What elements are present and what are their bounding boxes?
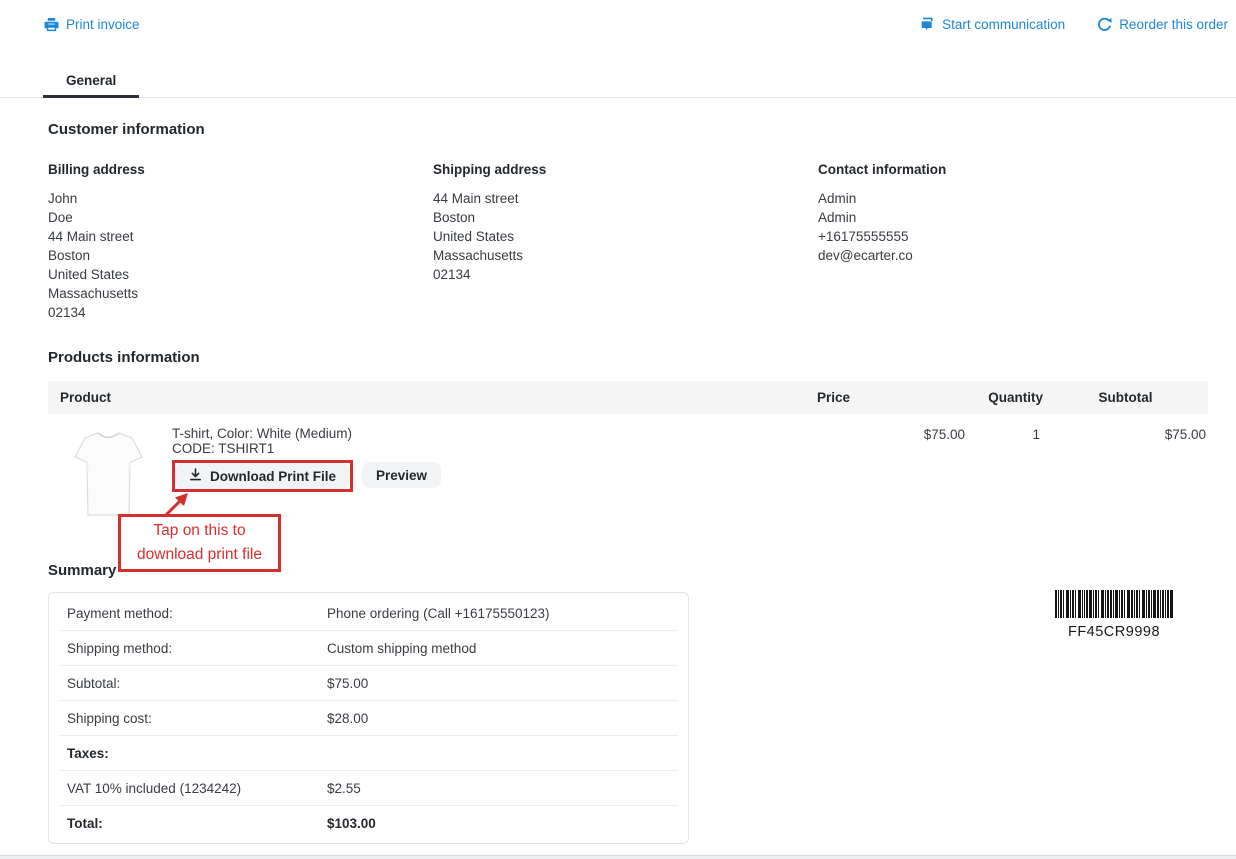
products-information-section: Products information Product Price Quant… <box>48 349 1208 521</box>
summary-row-total: Total: $103.00 <box>59 806 678 840</box>
printer-icon <box>44 18 59 32</box>
summary-value: $28.00 <box>327 711 368 726</box>
products-table: Product Price Quantity Subtotal <box>48 381 1208 521</box>
product-image <box>72 424 145 521</box>
tab-bar: General <box>0 72 1236 98</box>
summary-row-shipping-cost: Shipping cost: $28.00 <box>59 701 678 736</box>
start-communication-link[interactable]: Start communication <box>920 17 1065 32</box>
tab-general[interactable]: General <box>43 73 139 98</box>
reorder-label: Reorder this order <box>1119 17 1228 32</box>
summary-label: VAT 10% included (1234242) <box>67 781 327 796</box>
summary-label: Subtotal: <box>67 676 327 691</box>
summary-row-taxes: Taxes: <box>59 736 678 771</box>
summary-label: Taxes: <box>67 746 327 761</box>
reorder-link[interactable]: Reorder this order <box>1097 17 1228 32</box>
summary-value: Custom shipping method <box>327 641 476 656</box>
billing-address-block: Billing address John Doe 44 Main street … <box>48 162 433 322</box>
barcode-bars <box>1055 590 1173 618</box>
download-icon <box>189 468 202 484</box>
chat-icon <box>920 17 935 32</box>
column-price: Price <box>802 390 965 405</box>
shipping-address-title: Shipping address <box>433 162 818 177</box>
summary-row-subtotal: Subtotal: $75.00 <box>59 666 678 701</box>
customer-information-title: Customer information <box>48 121 1208 138</box>
shipping-line: 44 Main street <box>433 189 818 208</box>
toolbar: Print invoice Start communication Reorde… <box>0 0 1236 32</box>
start-communication-label: Start communication <box>942 17 1065 32</box>
product-code: CODE: TSHIRT1 <box>172 441 441 456</box>
billing-line: United States <box>48 265 433 284</box>
shipping-line: United States <box>433 227 818 246</box>
billing-line: 44 Main street <box>48 227 433 246</box>
contact-information-title: Contact information <box>818 162 1208 177</box>
summary-value: $2.55 <box>327 781 361 796</box>
summary-value: Phone ordering (Call +16175550123) <box>327 606 550 621</box>
shipping-address-block: Shipping address 44 Main street Boston U… <box>433 162 818 322</box>
products-table-header: Product Price Quantity Subtotal <box>48 381 1208 414</box>
billing-line: John <box>48 189 433 208</box>
preview-button[interactable]: Preview <box>362 462 441 488</box>
annotation-callout: Tap on this to download print file <box>118 514 281 572</box>
print-invoice-link[interactable]: Print invoice <box>44 17 140 32</box>
billing-line: 02134 <box>48 303 433 322</box>
summary-box: Payment method: Phone ordering (Call +16… <box>48 592 689 844</box>
summary-label: Shipping method: <box>67 641 327 656</box>
customer-columns: Billing address John Doe 44 Main street … <box>48 162 1208 322</box>
annotation-line1: Tap on this to <box>121 519 278 543</box>
product-row: T-shirt, Color: White (Medium) CODE: TSH… <box>48 414 1208 521</box>
print-invoice-label: Print invoice <box>66 17 140 32</box>
summary-row-shipping-method: Shipping method: Custom shipping method <box>59 631 678 666</box>
product-subtotal: $75.00 <box>1043 424 1208 442</box>
product-info: T-shirt, Color: White (Medium) CODE: TSH… <box>172 424 441 521</box>
products-information-title: Products information <box>48 349 1208 366</box>
column-product: Product <box>48 390 802 405</box>
contact-line: Admin <box>818 189 1208 208</box>
product-name: T-shirt, Color: White (Medium) <box>172 426 441 441</box>
contact-line: +16175555555 <box>818 227 1208 246</box>
toolbar-right: Start communication Reorder this order <box>920 17 1228 32</box>
customer-information-section: Customer information Billing address Joh… <box>48 121 1208 322</box>
barcode: FF45CR9998 <box>1055 590 1173 640</box>
download-print-file-button[interactable]: Download Print File <box>175 463 350 489</box>
summary-section: Summary Payment method: Phone ordering (… <box>48 562 1208 844</box>
column-quantity: Quantity <box>965 390 1043 405</box>
order-details-page: Print invoice Start communication Reorde… <box>0 0 1236 859</box>
annotation-line2: download print file <box>121 543 278 567</box>
billing-line: Boston <box>48 246 433 265</box>
bottom-divider <box>0 855 1236 859</box>
main-content: Customer information Billing address Joh… <box>0 121 1236 844</box>
product-price: $75.00 <box>802 424 965 442</box>
billing-line: Massachusetts <box>48 284 433 303</box>
summary-label: Total: <box>67 816 327 831</box>
billing-address-title: Billing address <box>48 162 433 177</box>
contact-line: Admin <box>818 208 1208 227</box>
preview-label: Preview <box>376 468 427 483</box>
column-subtotal: Subtotal <box>1043 390 1208 405</box>
billing-line: Doe <box>48 208 433 227</box>
product-buttons: Download Print File Preview <box>172 460 441 492</box>
barcode-value: FF45CR9998 <box>1055 624 1173 640</box>
summary-row-payment: Payment method: Phone ordering (Call +16… <box>59 596 678 631</box>
summary-label: Shipping cost: <box>67 711 327 726</box>
summary-value: $75.00 <box>327 676 368 691</box>
shipping-line: Boston <box>433 208 818 227</box>
contact-line: dev@ecarter.co <box>818 246 1208 265</box>
summary-value: $103.00 <box>327 816 376 831</box>
product-quantity: 1 <box>965 424 1043 442</box>
contact-information-block: Contact information Admin Admin +1617555… <box>818 162 1208 322</box>
shipping-line: Massachusetts <box>433 246 818 265</box>
refresh-icon <box>1097 17 1112 32</box>
shipping-line: 02134 <box>433 265 818 284</box>
summary-label: Payment method: <box>67 606 327 621</box>
summary-row-vat: VAT 10% included (1234242) $2.55 <box>59 771 678 806</box>
download-print-file-label: Download Print File <box>210 469 336 484</box>
